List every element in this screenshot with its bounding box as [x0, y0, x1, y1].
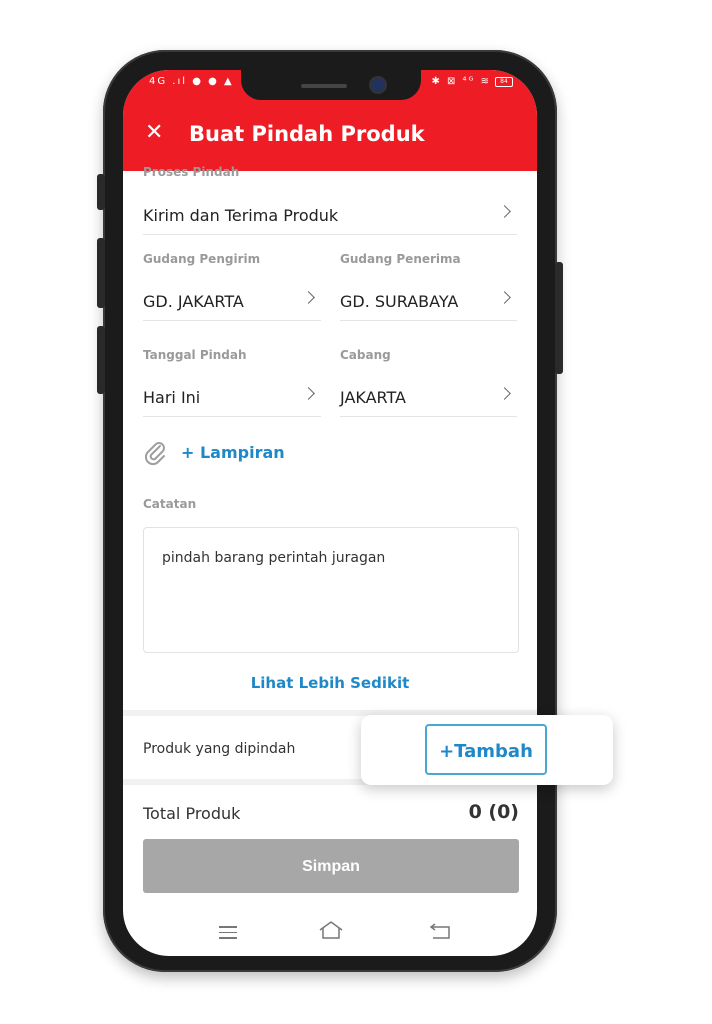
proses-pindah-label: Proses Pindah — [143, 165, 240, 179]
proses-pindah-field[interactable]: Kirim dan Terima Produk — [143, 194, 517, 235]
produk-section-label: Produk yang dipindah — [143, 741, 296, 757]
add-product-button[interactable]: +Tambah — [425, 724, 547, 775]
tanggal-pindah-value: Hari Ini — [143, 388, 201, 407]
home-icon[interactable] — [318, 920, 344, 940]
tanggal-pindah-field[interactable]: Hari Ini — [143, 376, 321, 417]
gudang-pengirim-label: Gudang Pengirim — [143, 252, 261, 266]
battery-icon: 84 — [495, 76, 513, 87]
total-produk-label: Total Produk — [143, 804, 241, 823]
status-bar-right: ✱ ⊠ ⁴ᴳ ≋ 84 — [431, 76, 513, 87]
gudang-penerima-field[interactable]: GD. SURABAYA — [340, 280, 517, 321]
total-produk-value: 0 (0) — [468, 801, 519, 823]
cabang-value: JAKARTA — [340, 388, 406, 407]
add-attachment-link[interactable]: + Lampiran — [181, 443, 285, 462]
app-screen: 4G .ıl ● ● ▲ ✱ ⊠ ⁴ᴳ ≋ 84 ✕ Buat Pindah P… — [123, 70, 537, 956]
gudang-penerima-value: GD. SURABAYA — [340, 292, 459, 311]
paperclip-icon[interactable] — [143, 440, 169, 466]
back-icon[interactable] — [429, 922, 451, 940]
phone-button-right — [555, 262, 563, 374]
camera-notch — [241, 70, 421, 100]
front-camera — [371, 78, 385, 92]
highlight-callout: +Tambah — [361, 715, 613, 785]
chevron-right-icon — [302, 387, 315, 400]
gudang-pengirim-field[interactable]: GD. JAKARTA — [143, 280, 321, 321]
cabang-label: Cabang — [340, 348, 391, 362]
gudang-pengirim-value: GD. JAKARTA — [143, 292, 244, 311]
save-button[interactable]: Simpan — [143, 839, 519, 893]
chevron-right-icon — [498, 291, 511, 304]
status-icons: ✱ ⊠ ⁴ᴳ ≋ — [431, 76, 491, 87]
phone-button-left-mid — [97, 238, 105, 308]
close-icon[interactable]: ✕ — [145, 122, 163, 144]
notes-text: pindah barang perintah juragan — [162, 550, 386, 566]
cabang-field[interactable]: JAKARTA — [340, 376, 517, 417]
catatan-label: Catatan — [143, 497, 197, 511]
chevron-right-icon — [302, 291, 315, 304]
gudang-penerima-label: Gudang Penerima — [340, 252, 461, 266]
notes-textarea[interactable]: pindah barang perintah juragan — [143, 527, 519, 653]
chevron-right-icon — [498, 387, 511, 400]
phone-button-left-bottom — [97, 326, 105, 394]
tanggal-pindah-label: Tanggal Pindah — [143, 348, 247, 362]
chevron-right-icon — [498, 205, 511, 218]
status-bar-left: 4G .ıl ● ● ▲ — [149, 76, 234, 87]
menu-icon[interactable] — [219, 926, 237, 943]
speaker-grille — [301, 84, 347, 88]
app-bar: 4G .ıl ● ● ▲ ✱ ⊠ ⁴ᴳ ≋ 84 ✕ Buat Pindah P… — [123, 70, 537, 171]
page-title: Buat Pindah Produk — [189, 122, 425, 146]
android-nav-bar — [123, 908, 537, 956]
proses-pindah-value: Kirim dan Terima Produk — [143, 206, 339, 225]
phone-button-left-top — [97, 174, 105, 210]
show-less-link[interactable]: Lihat Lebih Sedikit — [123, 674, 537, 692]
